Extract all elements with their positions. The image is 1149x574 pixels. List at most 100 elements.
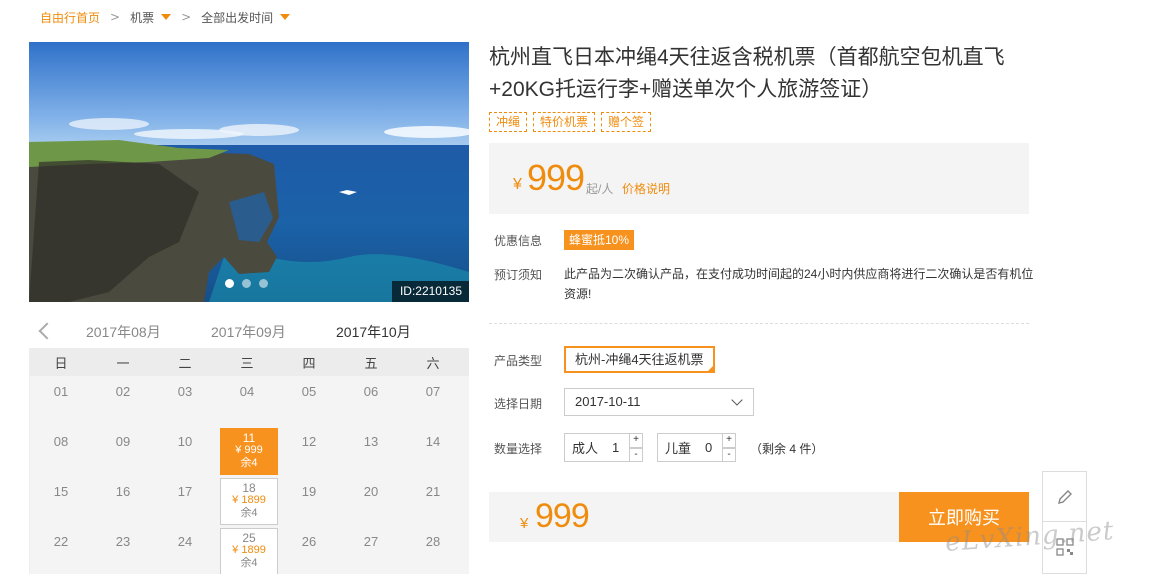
calendar-day-available[interactable]: 18 ¥ 1899 余4 [220, 478, 278, 525]
weekday-label: 一 [116, 355, 130, 371]
calendar-day: 26 [301, 534, 317, 549]
breadcrumb-home-link[interactable]: 自由行首页 [40, 9, 100, 26]
calendar-day: 10 [177, 434, 193, 449]
adult-quantity-stepper[interactable]: 成人 1 + - [564, 433, 643, 462]
child-quantity-stepper[interactable]: 儿童 0 + - [657, 433, 736, 462]
calendar-day: 21 [425, 484, 441, 499]
product-id-label: ID:2210135 [391, 281, 469, 302]
breadcrumb-departure-dropdown[interactable]: 全部出发时间 [201, 9, 291, 26]
calendar-day: 01 [53, 384, 69, 399]
calendar-day: 28 [425, 534, 441, 549]
carousel-dot[interactable] [242, 279, 251, 288]
calendar-weekday-header: 日 一 二 三 四 五 六 [30, 348, 469, 376]
price-explain-link[interactable]: 价格说明 [622, 180, 670, 197]
adult-stepper-buttons: + - [629, 433, 643, 462]
weekday-label: 四 [302, 355, 316, 371]
calendar-day: 27 [363, 534, 379, 549]
date-select[interactable]: 2017-10-11 [564, 388, 754, 416]
day-remaining: 余4 [240, 507, 258, 519]
weekday-label: 六 [426, 355, 440, 371]
product-title: 杭州直飞日本冲绳4天往返含税机票（首都航空包机直飞+20KG托运行李+赠送单次个… [489, 46, 1005, 101]
day-number: 25 [242, 531, 256, 545]
breadcrumb-separator: > [181, 10, 192, 24]
price-panel: ¥ 999 起/人 价格说明 [489, 143, 1029, 214]
calendar-day-selected[interactable]: 11 ¥ 999 余4 [220, 428, 278, 475]
check-icon: ✓ [706, 365, 713, 372]
adult-quantity-value[interactable]: 1 [598, 440, 620, 455]
month-tab[interactable]: 2017年09月 [211, 322, 286, 342]
calendar-day: 15 [53, 484, 69, 499]
calendar-day: 07 [425, 384, 441, 399]
calendar-day: 22 [53, 534, 69, 549]
weekday-label: 三 [240, 355, 254, 371]
chevron-left-icon[interactable] [37, 322, 51, 340]
calendar-day: 23 [115, 534, 131, 549]
child-increment-button[interactable]: + [722, 433, 736, 448]
calendar-day: 13 [363, 434, 379, 449]
calendar-day: 24 [177, 534, 193, 549]
quantity-label: 数量选择 [494, 442, 543, 456]
child-quantity-value[interactable]: 0 [691, 440, 713, 455]
breadcrumb-separator: > [110, 10, 121, 24]
okinawa-coast-photo [29, 42, 469, 302]
chevron-down-icon [161, 14, 172, 20]
calendar-day[interactable]: 18 ¥ 1899 余4 [216, 476, 278, 526]
calendar-month-nav: 2017年08月 2017年09月 2017年10月 [29, 312, 469, 352]
product-tag: 赠个签 [601, 112, 652, 132]
carousel-dot[interactable] [225, 279, 234, 288]
product-type-value: 杭州-冲绳4天往返机票 [575, 352, 704, 367]
chevron-down-icon [280, 14, 291, 20]
day-number: 11 [242, 431, 256, 445]
calendar-day[interactable]: 25 ¥ 1899 余4 [216, 526, 278, 574]
feedback-button[interactable] [1043, 472, 1086, 522]
carousel-dot[interactable] [259, 279, 268, 288]
weekday-label: 日 [54, 355, 68, 371]
calendar-days-grid: 01 02 03 04 05 06 07 08 09 10 11 ¥ 999 余4 12 13 14 15 16 1… [30, 376, 469, 574]
calendar-day-available[interactable]: 25 ¥ 1899 余4 [220, 528, 278, 574]
product-price: 999 [527, 157, 585, 198]
day-price: ¥ 1899 [232, 544, 266, 556]
calendar-day: 20 [363, 484, 379, 499]
calendar-day: 09 [115, 434, 131, 449]
buy-now-button[interactable]: 立即购买 [899, 492, 1029, 542]
adult-increment-button[interactable]: + [629, 433, 643, 448]
calendar-day: 05 [301, 384, 317, 399]
calendar-day: 04 [239, 384, 255, 399]
day-price: ¥ 999 [235, 444, 263, 456]
booking-notice: 此产品为二次确认产品，在支付成功时间起的24小时内供应商将进行二次确认是否有机位… [564, 267, 1034, 301]
calendar-day: 08 [53, 434, 69, 449]
product-type-label: 产品类型 [494, 354, 543, 368]
child-label: 儿童 [665, 441, 692, 456]
day-remaining: 余4 [240, 457, 258, 469]
breadcrumb-category-dropdown[interactable]: 机票 [130, 9, 172, 26]
product-type-option[interactable]: 杭州-冲绳4天往返机票 ✓ [564, 346, 715, 373]
pencil-icon [1057, 489, 1072, 504]
month-tab[interactable]: 2017年08月 [86, 322, 161, 342]
calendar-day: 03 [177, 384, 193, 399]
qr-code-button[interactable] [1043, 522, 1086, 572]
purchase-bar: ¥ 999 立即购买 [489, 492, 1029, 542]
currency-symbol: ¥ [520, 515, 529, 532]
remaining-stock: （剩余 4 件） [750, 442, 824, 456]
adult-label: 成人 [572, 441, 599, 456]
carousel-indicators [225, 279, 268, 288]
weekday-label: 五 [364, 355, 378, 371]
promo-badge: 蜂蜜抵10% [564, 230, 635, 250]
child-stepper-buttons: + - [722, 433, 736, 462]
product-tags: 冲绳 特价机票 赠个签 [489, 112, 652, 132]
calendar-day[interactable]: 11 ¥ 999 余4 [216, 426, 278, 476]
calendar-day: 14 [425, 434, 441, 449]
product-tag: 冲绳 [489, 112, 528, 132]
month-tab-active[interactable]: 2017年10月 [336, 322, 411, 342]
calendar-day: 17 [177, 484, 193, 499]
adult-decrement-button[interactable]: - [629, 447, 643, 462]
weekday-label: 二 [178, 355, 192, 371]
calendar-day: 06 [363, 384, 379, 399]
product-image-carousel[interactable]: ID:2210135 [29, 42, 469, 302]
date-calendar: 日 一 二 三 四 五 六 01 02 03 04 05 06 07 08 09 10 11 ¥ 99… [29, 348, 469, 574]
child-decrement-button[interactable]: - [722, 447, 736, 462]
notice-label: 预订须知 [494, 268, 543, 282]
date-select-value: 2017-10-11 [575, 394, 641, 409]
currency-symbol: ¥ [513, 176, 522, 193]
calendar-day: 19 [301, 484, 317, 499]
